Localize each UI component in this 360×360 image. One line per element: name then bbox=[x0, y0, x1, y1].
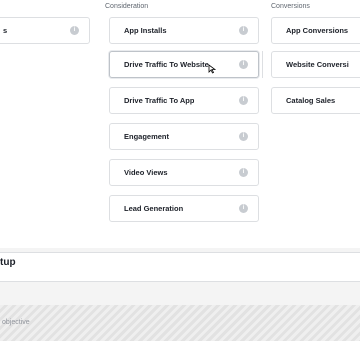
objective-disabled-area bbox=[0, 305, 360, 341]
objective-card-engagement[interactable]: Engagement i bbox=[109, 123, 259, 150]
objective-card-video-views[interactable]: Video Views i bbox=[109, 159, 259, 186]
objective-label: s bbox=[3, 26, 8, 35]
setup-section bbox=[0, 252, 360, 282]
objective-label: Drive Traffic To App bbox=[124, 96, 195, 105]
column-divider bbox=[262, 51, 263, 78]
mouse-cursor-icon bbox=[208, 64, 217, 77]
objective-card-lead-generation[interactable]: Lead Generation i bbox=[109, 195, 259, 222]
objective-label: App Conversions bbox=[286, 26, 349, 35]
setup-title: tup bbox=[0, 257, 16, 268]
objective-card-drive-traffic-to-website[interactable]: Drive Traffic To Website i bbox=[109, 51, 259, 78]
objective-card-awareness[interactable]: s i bbox=[0, 17, 90, 44]
objective-card-app-installs[interactable]: App Installs i bbox=[109, 17, 259, 44]
info-icon[interactable]: i bbox=[239, 132, 248, 141]
conversions-header: Conversions bbox=[271, 3, 310, 10]
objective-label: Engagement bbox=[124, 132, 170, 141]
info-icon[interactable]: i bbox=[239, 96, 248, 105]
bottom-panel bbox=[0, 341, 360, 360]
info-icon[interactable]: i bbox=[239, 204, 248, 213]
info-icon[interactable]: i bbox=[70, 26, 79, 35]
info-icon[interactable]: i bbox=[239, 168, 248, 177]
objective-card-app-conversions[interactable]: App Conversions bbox=[271, 17, 360, 44]
info-icon[interactable]: i bbox=[239, 60, 248, 69]
consideration-header: Consideration bbox=[105, 3, 149, 10]
objective-card-website-conversions[interactable]: Website Conversi bbox=[271, 51, 360, 78]
objective-placeholder: objective bbox=[2, 319, 30, 326]
objective-label: Catalog Sales bbox=[286, 96, 336, 105]
objective-card-catalog-sales[interactable]: Catalog Sales bbox=[271, 87, 360, 114]
objective-label: Lead Generation bbox=[124, 204, 184, 213]
objective-panel: Consideration Conversions s i App Instal… bbox=[0, 0, 360, 248]
info-icon[interactable]: i bbox=[239, 26, 248, 35]
objective-label: App Installs bbox=[124, 26, 167, 35]
objective-label: Drive Traffic To Website bbox=[124, 60, 209, 69]
objective-card-drive-traffic-to-app[interactable]: Drive Traffic To App i bbox=[109, 87, 259, 114]
objective-label: Website Conversi bbox=[286, 60, 349, 69]
objective-label: Video Views bbox=[124, 168, 168, 177]
